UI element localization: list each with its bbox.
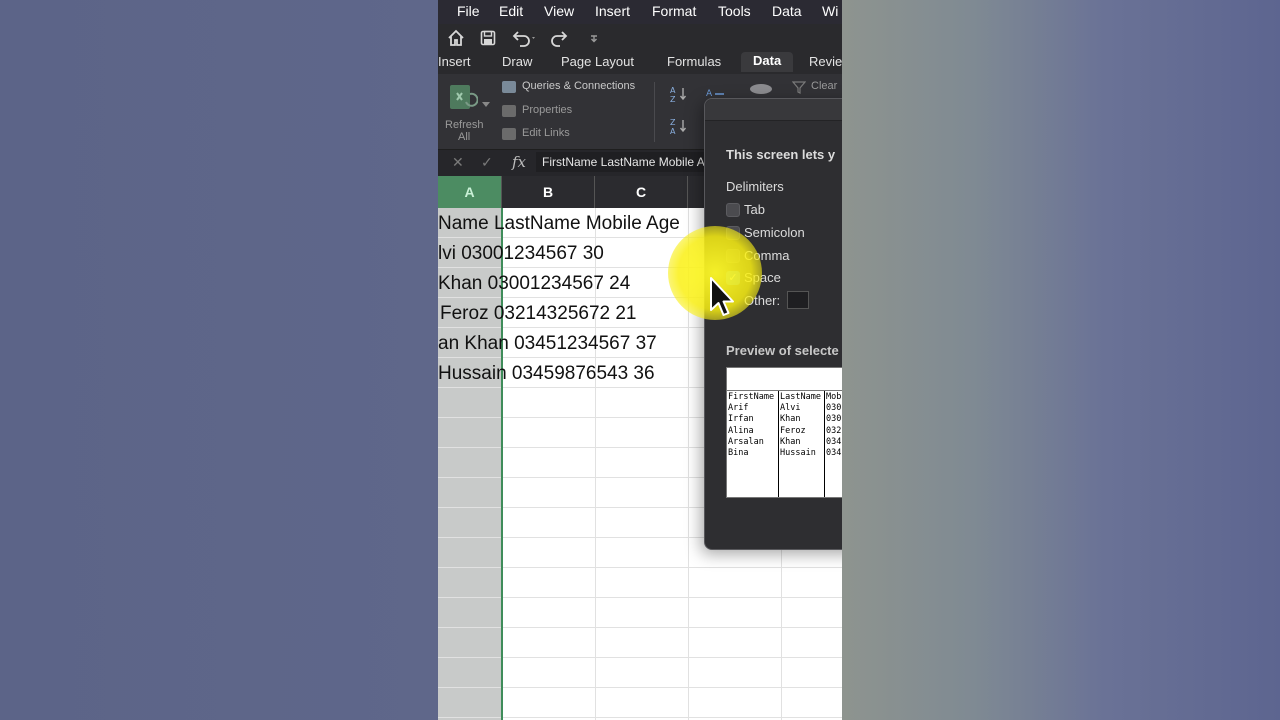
preview-header-bar (726, 367, 842, 391)
text-import-dialog: This screen lets y Delimiters Tab Semico… (704, 98, 842, 550)
grid-hline (438, 657, 842, 658)
ribbon-tabs: Insert Draw Page Layout Formulas Data Re… (438, 52, 842, 74)
tab-data[interactable]: Data (741, 52, 794, 72)
tab-review[interactable]: Revie (809, 54, 842, 69)
cell-row-6[interactable]: Hussain 03459876543 36 (438, 363, 655, 385)
preview-cell: LastName (780, 392, 821, 402)
queries-icon (502, 81, 516, 93)
edit-links-button[interactable]: Edit Links (522, 127, 570, 139)
left-backdrop (0, 0, 438, 720)
preview-cell: Alina (728, 425, 754, 436)
grid-hline (438, 597, 842, 598)
column-header-c[interactable]: C (595, 176, 688, 208)
menu-window[interactable]: Wi (822, 3, 838, 19)
ribbon-divider (654, 82, 655, 142)
tab-insert[interactable]: Insert (438, 54, 471, 69)
mouse-pointer-icon (708, 276, 736, 320)
cell-row-4[interactable]: Feroz 03214325672 21 (440, 303, 637, 325)
cell-row-2[interactable]: lvi 03001234567 30 (438, 243, 604, 265)
cell-row-1[interactable]: Name LastName Mobile Age (438, 213, 680, 235)
preview-cell: 034 (826, 436, 842, 447)
refresh-dropdown-icon[interactable] (482, 94, 490, 107)
menu-format[interactable]: Format (652, 3, 696, 19)
home-icon[interactable] (446, 28, 466, 48)
save-icon[interactable] (478, 28, 498, 48)
sort-icon[interactable]: A (706, 84, 726, 99)
menu-tools[interactable]: Tools (718, 3, 751, 19)
preview-cell: Arsalan (728, 436, 764, 447)
properties-icon (502, 105, 516, 117)
tab-draw[interactable]: Draw (502, 54, 532, 69)
menu-view[interactable]: View (544, 3, 574, 19)
preview-column: Mobi 030 030 032 034 034 (825, 391, 842, 497)
preview-heading: Preview of selecte (726, 343, 839, 358)
quick-access-toolbar (438, 24, 842, 52)
semicolon-checkbox-label: Semicolon (744, 225, 805, 240)
preview-cell: 034 (826, 448, 842, 459)
preview-cell: Bina (728, 448, 749, 459)
column-header-b[interactable]: B (502, 176, 595, 208)
properties-button[interactable]: Properties (522, 104, 572, 116)
preview-cell: FirstName (728, 392, 775, 402)
sort-descending-icon[interactable]: ZA (670, 116, 690, 136)
customize-icon[interactable] (584, 28, 604, 48)
menu-insert[interactable]: Insert (595, 3, 630, 19)
svg-text:A: A (670, 86, 676, 95)
delimiters-heading: Delimiters (726, 179, 784, 194)
redo-icon[interactable] (550, 28, 570, 48)
filter-icon[interactable] (750, 84, 772, 94)
grid-hline (438, 567, 842, 568)
insert-function-button[interactable]: fx (512, 153, 526, 171)
preview-column: FirstName Arif Irfan Alina Arsalan Bina (727, 391, 779, 497)
excel-window: File Edit View Insert Format Tools Data … (438, 0, 842, 720)
preview-cell: Khan (780, 414, 801, 425)
svg-text:A: A (706, 89, 713, 97)
preview-cell: Arif (728, 403, 749, 414)
data-preview: FirstName Arif Irfan Alina Arsalan Bina … (726, 390, 842, 498)
cell-row-3[interactable]: Khan 03001234567 24 (438, 273, 630, 295)
undo-icon[interactable] (510, 28, 535, 48)
preview-cell: Mobi (826, 392, 842, 402)
svg-text:Z: Z (670, 118, 676, 127)
tab-page-layout[interactable]: Page Layout (561, 54, 634, 69)
confirm-icon[interactable]: ✓ (481, 154, 493, 171)
tab-checkbox[interactable] (726, 203, 740, 217)
preview-column: LastName Alvi Khan Feroz Khan Hussain (779, 391, 825, 497)
cell-row-5[interactable]: an Khan 03451234567 37 (438, 333, 657, 355)
menu-file[interactable]: File (457, 3, 480, 19)
preview-cell: Khan (780, 436, 801, 447)
right-backdrop (842, 0, 1280, 720)
other-delimiter-input[interactable] (787, 291, 809, 309)
preview-cell: 030 (826, 403, 842, 414)
dialog-title-bar (705, 99, 842, 121)
dialog-intro-text: This screen lets y (726, 147, 836, 162)
column-header-a[interactable]: A (438, 176, 502, 208)
tab-formulas[interactable]: Formulas (667, 54, 721, 69)
grid-hline (438, 627, 842, 628)
preview-cell: Hussain (780, 448, 816, 459)
preview-cell: Irfan (728, 414, 754, 425)
svg-text:Z: Z (670, 95, 676, 104)
sort-ascending-icon[interactable]: AZ (670, 84, 690, 104)
preview-cell: 032 (826, 425, 842, 436)
refresh-label-all: All (458, 131, 471, 143)
svg-text:A: A (670, 127, 676, 136)
preview-cell: Feroz (780, 425, 806, 436)
clear-filter-icon[interactable] (791, 80, 807, 94)
refresh-label: Refresh (445, 119, 484, 131)
cancel-icon[interactable]: ✕ (452, 154, 464, 171)
grid-hline (438, 687, 842, 688)
grid-hline (438, 717, 842, 718)
edit-links-icon (502, 128, 516, 140)
clear-button[interactable]: Clear (811, 80, 837, 92)
queries-connections-button[interactable]: Queries & Connections (522, 80, 635, 92)
menu-data[interactable]: Data (772, 3, 802, 19)
tab-checkbox-label: Tab (744, 202, 765, 217)
menu-edit[interactable]: Edit (499, 3, 523, 19)
preview-cell: 030 (826, 414, 842, 425)
preview-cell: Alvi (780, 403, 801, 414)
refresh-all-icon[interactable] (448, 82, 479, 110)
menu-bar: File Edit View Insert Format Tools Data … (438, 0, 842, 24)
